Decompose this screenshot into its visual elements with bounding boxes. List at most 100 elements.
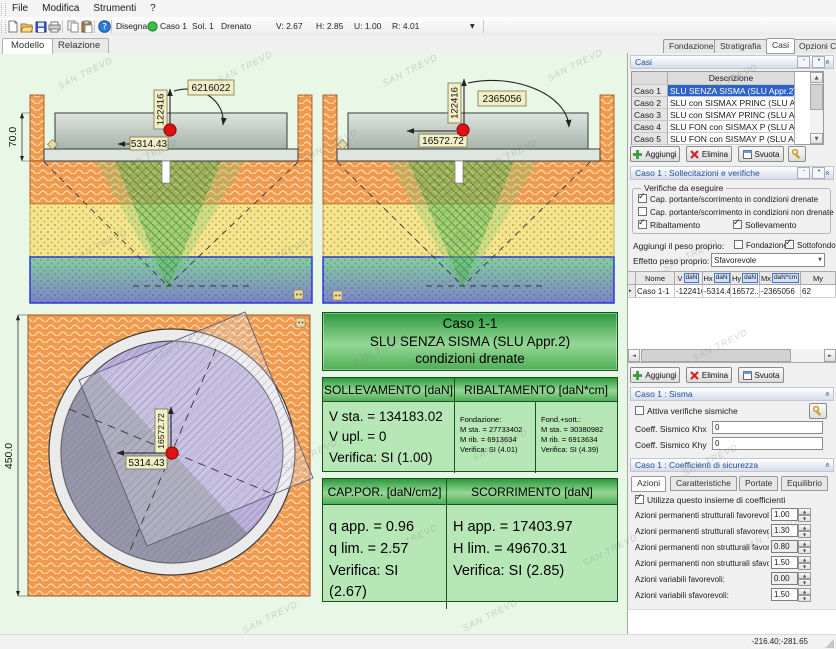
spinner-buttons[interactable]: ▲▼ <box>798 588 811 601</box>
excavation-wall-right <box>600 95 614 162</box>
spinner-buttons[interactable]: ▲▼ <box>798 572 811 585</box>
table-row[interactable]: Caso 2 SLU con SISMAX PRINC (SLU Appr... <box>632 97 823 109</box>
check-sottofondo[interactable]: Sottofondo <box>785 240 836 250</box>
new-file-icon[interactable] <box>5 19 20 34</box>
check-attiva-sismiche[interactable]: Attiva verifiche sismiche <box>635 406 738 416</box>
collapse-icon[interactable]: » <box>823 462 833 468</box>
toolbar-drenato[interactable]: Drenato <box>221 21 251 31</box>
table-row[interactable]: Caso 5 SLU FON con SISMAY P (SLU Appr.2) <box>632 133 823 145</box>
toolbar-caso[interactable]: Caso 1 <box>160 21 187 31</box>
check-drenate[interactable]: Cap. portante/scorrimento in condizioni … <box>638 194 818 204</box>
menu-help[interactable]: ? <box>143 2 163 15</box>
khx-input[interactable]: 0 <box>712 421 823 434</box>
help-icon[interactable]: ? <box>97 19 112 34</box>
khy-input[interactable]: 0 <box>712 437 823 450</box>
tab-stratigrafia[interactable]: Stratigrafia <box>714 39 767 54</box>
grid-svuota-button[interactable]: Svuota <box>738 367 784 383</box>
table-row[interactable]: Caso 1 SLU SENZA SISMA (SLU Appr.2) <box>632 85 823 97</box>
cappor-header: CAP.POR. [daN/cm2] <box>323 479 447 505</box>
group-minus-button[interactable]: - <box>797 56 810 68</box>
paste-icon[interactable] <box>79 19 94 34</box>
casi-elimina-button[interactable]: Elimina <box>686 146 732 162</box>
coeff-spinner[interactable]: 1.30 <box>771 524 798 537</box>
col-header-descrizione[interactable]: Descrizione <box>668 72 795 85</box>
tab-modello[interactable]: Modello <box>2 38 53 54</box>
verifiche-groupbox-label: Verifiche da eseguire <box>641 183 726 193</box>
foundation-baseplate <box>337 149 600 161</box>
uplift-overturning-box: SOLLEVAMENTO [daN] RIBALTAMENTO [daN*cm]… <box>322 377 618 472</box>
coeff-spinner[interactable]: 0.80 <box>771 540 798 553</box>
menu-strumenti[interactable]: Strumenti <box>86 2 143 15</box>
tab-caratteristiche[interactable]: Caratteristiche <box>670 476 737 491</box>
resize-grip[interactable] <box>825 639 834 648</box>
coefficienti-group-header[interactable]: Caso 1 : Coefficienti di sicurezza » <box>630 458 834 472</box>
casi-aggiungi-button[interactable]: Aggiungi <box>630 146 680 162</box>
node-marker <box>338 140 348 150</box>
casi-group-header[interactable]: Casi -•» <box>630 55 834 69</box>
corner-marker <box>296 318 305 327</box>
load-grid[interactable]: Nome VdaN HxdaN HydaN MxdaN*cm My ▸ Caso… <box>628 271 836 363</box>
toolbar-sol[interactable]: Sol. 1 <box>192 21 214 31</box>
coeff-spinner[interactable]: 1.50 <box>771 588 798 601</box>
coeff-label: Azioni variabili favorevoli: <box>635 575 769 584</box>
grid-row[interactable]: ▸ Caso 1-1 -122416 -5314.43 16572... -23… <box>628 285 836 298</box>
collapse-icon[interactable]: » <box>823 59 833 65</box>
bearing-sliding-box: CAP.POR. [daN/cm2] SCORRIMENTO [daN] q a… <box>322 478 618 602</box>
tab-equilibrio[interactable]: Equilibrio <box>781 476 828 491</box>
spinner-buttons[interactable]: ▲▼ <box>798 508 811 521</box>
copy-icon[interactable] <box>65 19 80 34</box>
tab-portate[interactable]: Portate <box>739 476 778 491</box>
tab-relazione[interactable]: Relazione <box>49 38 109 53</box>
drawing-canvas[interactable]: 70.0 122416 6216022 5314 <box>0 53 627 634</box>
svg-text:?: ? <box>102 23 107 33</box>
spinner-buttons[interactable]: ▲▼ <box>798 556 811 569</box>
coeff-spinner[interactable]: 0.00 <box>771 572 798 585</box>
check-fondazione[interactable]: Fondazione <box>734 240 788 250</box>
menu-modifica[interactable]: Modifica <box>35 2 86 15</box>
tab-fondazione[interactable]: Fondazione <box>663 39 719 54</box>
horizontal-scrollbar[interactable]: ◄ ► <box>628 349 836 362</box>
toolbar-dropdown-icon[interactable]: ▼ <box>470 23 475 30</box>
save-icon[interactable] <box>33 19 48 34</box>
panel-empty-area <box>628 609 836 635</box>
casi-tools-button[interactable] <box>788 146 806 162</box>
load-point <box>166 447 178 459</box>
coeff-spinner[interactable]: 1.00 <box>771 508 798 521</box>
open-file-icon[interactable] <box>19 19 34 34</box>
spinner-buttons[interactable]: ▲▼ <box>798 540 811 553</box>
check-utilizza-coefficienti[interactable]: Utilizza questo insieme di coefficienti <box>635 495 785 505</box>
coeff-spinner[interactable]: 1.50 <box>771 556 798 569</box>
check-non-drenate[interactable]: Cap. portante/scorrimento in condizioni … <box>638 207 834 217</box>
grid-aggiungi-button[interactable]: Aggiungi <box>630 367 680 383</box>
app-window: File Modifica Strumenti ? ? Disegna: Cas… <box>0 0 836 649</box>
grid-elimina-button[interactable]: Elimina <box>686 367 732 383</box>
collapse-icon[interactable]: » <box>823 391 833 397</box>
menu-file[interactable]: File <box>5 2 35 15</box>
tab-azioni[interactable]: Azioni <box>631 476 666 492</box>
load-point <box>457 124 469 136</box>
sisma-group-title: Caso 1 : Sisma <box>635 389 693 399</box>
tab-casi[interactable]: Casi <box>766 38 795 54</box>
spinner-buttons[interactable]: ▲▼ <box>798 524 811 537</box>
plan-view: 450.0 16572.72 5314.43 <box>0 308 318 608</box>
foundation-baseplate <box>44 149 298 161</box>
excavation-wall-left <box>323 95 337 162</box>
table-row[interactable]: Caso 3 SLU con SISMAY PRINC (SLU Appr... <box>632 109 823 121</box>
results-condition: condizioni drenate <box>415 350 525 368</box>
check-ribaltamento[interactable]: Ribaltamento <box>638 220 700 230</box>
sollecitazioni-group-header[interactable]: Caso 1 : Sollecitazioni e verifiche -•» <box>630 166 834 180</box>
vertical-scrollbar[interactable]: ▲ ▼ <box>810 72 823 144</box>
sisma-tools-button[interactable] <box>809 403 827 419</box>
check-sollevamento[interactable]: Sollevamento <box>733 220 797 230</box>
print-icon[interactable] <box>47 19 62 34</box>
sisma-group-header[interactable]: Caso 1 : Sisma » <box>630 387 834 401</box>
casi-svuota-button[interactable]: Svuota <box>738 146 784 162</box>
effetto-peso-select[interactable]: Sfavorevole ▼ <box>711 253 825 267</box>
table-row[interactable]: Caso 4 SLU FON con SISMAX P (SLU Appr.2) <box>632 121 823 133</box>
moment-label: 2365056 <box>483 94 522 105</box>
casi-table[interactable]: Descrizione Caso 1 SLU SENZA SISMA (SLU … <box>631 71 824 145</box>
group-minus-button[interactable]: - <box>797 167 810 179</box>
tab-opzioni-calcolo[interactable]: Opzioni Calcolo <box>793 39 836 54</box>
collapse-icon[interactable]: » <box>823 170 833 176</box>
results-title-box: Caso 1-1 SLU SENZA SISMA (SLU Appr.2) co… <box>322 312 618 371</box>
